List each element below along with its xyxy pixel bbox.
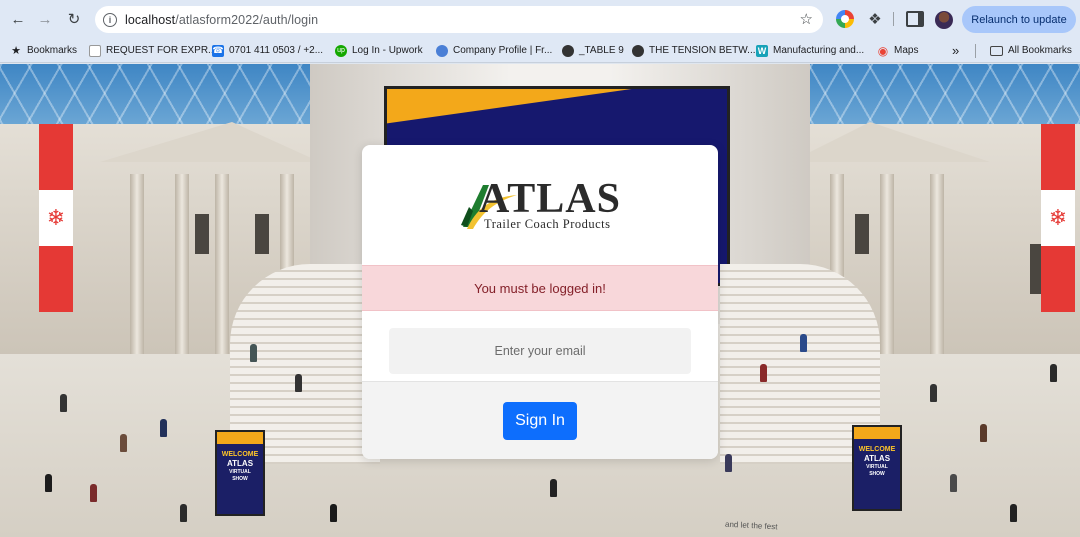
logo-subtitle: Trailer Coach Products [484,217,611,231]
bookmarks-bar: ★ Bookmarks REQUEST FOR EXPR... ☎ 0701 411… [0,38,1080,63]
document-icon [89,44,101,57]
welcome-kiosk-left: WELCOME ATLAS VIRTUAL SHOW [215,430,265,516]
url-host: localhost [125,12,176,27]
color-extension-icon[interactable] [836,10,854,28]
visitor [760,364,767,382]
browser-toolbar: ← → ↻ i localhost/atlasform2022/auth/log… [0,0,1080,38]
all-bookmarks-button[interactable]: All Bookmarks [990,42,1072,59]
visitor [930,384,937,402]
url-text: localhost/atlasform2022/auth/login [125,13,318,27]
info-icon[interactable]: i [103,12,117,27]
atlas-logo: ATLAS Trailer Coach Products [459,173,629,233]
maps-icon: ◉ [877,43,889,58]
globe-icon [562,44,574,57]
bookmark-item[interactable]: W Manufacturing and... [756,42,864,59]
bookmark-item[interactable]: _TABLE 9 [562,42,624,59]
reload-icon: ↻ [67,11,81,28]
toolbar-divider [893,12,894,26]
bookmark-item[interactable]: Company Profile | Fr... [436,42,552,59]
company-icon [436,44,448,57]
bookmark-item[interactable]: up Log In - Upwork [335,42,423,59]
visitor [950,474,957,492]
relaunch-button[interactable]: Relaunch to update [962,6,1076,33]
star-icon: ★ [11,45,21,57]
address-bar[interactable]: i localhost/atlasform2022/auth/login ☆ [95,6,823,33]
avatar[interactable] [935,11,953,29]
visitor [800,334,807,352]
forward-button[interactable]: → [34,8,56,30]
logo-wordmark: ATLAS [479,176,621,222]
bookmarks-overflow-button[interactable]: » [952,42,959,59]
upwork-icon: up [335,44,347,57]
window [255,214,269,254]
side-panel-icon[interactable] [906,10,924,28]
visitor [295,374,302,392]
visitor [725,454,732,472]
visitor [250,344,257,362]
column [130,174,144,364]
visitor [1010,504,1017,522]
flag-left: ❄ [39,124,73,312]
window [195,214,209,254]
star-icon[interactable]: ☆ [800,10,813,28]
visitor [550,479,557,497]
folder-icon [990,45,1003,56]
column [930,174,944,364]
flag-right: ❄ [1041,124,1075,312]
globe-icon [632,44,644,57]
extensions-icon[interactable]: ❖ [866,10,884,28]
visitor [60,394,67,412]
phone-icon: ☎ [212,44,224,57]
column [175,174,189,364]
w-icon: W [756,44,768,57]
bookmark-item[interactable]: THE TENSION BETW... [632,42,756,59]
bookmark-item[interactable]: ★ Bookmarks [10,42,77,59]
column [215,174,229,364]
bookmarks-divider [975,44,976,58]
reload-button[interactable]: ↻ [63,8,85,30]
bookmark-item[interactable]: REQUEST FOR EXPR... [89,42,216,59]
arrow-right-icon: → [37,10,53,28]
visitor [1050,364,1057,382]
page-viewport: ❄ ❄ WELCOME ATLAS VIRTUAL SHOW WELCOME A… [0,64,1080,537]
login-required-alert: You must be logged in! [362,265,718,311]
url-path: /atlasform2022/auth/login [175,12,319,27]
visitor [160,419,167,437]
window [855,214,869,254]
bookmark-item[interactable]: ☎ 0701 411 0503 / +2... [212,42,323,59]
visitor [330,504,337,522]
login-form [362,311,718,381]
bookmark-item[interactable]: ◉ Maps [877,42,919,59]
login-footer: Sign In [362,381,718,459]
visitor [90,484,97,502]
back-button[interactable]: ← [7,8,29,30]
sign-in-button[interactable]: Sign In [503,402,577,440]
visitor [120,434,127,452]
arrow-left-icon: ← [10,10,26,28]
welcome-kiosk-right: WELCOME ATLAS VIRTUAL SHOW [852,425,902,511]
column [880,174,894,364]
visitor [980,424,987,442]
email-field[interactable] [389,328,691,374]
visitor [45,474,52,492]
login-card: ATLAS Trailer Coach Products You must be… [362,145,718,459]
visitor [180,504,187,522]
